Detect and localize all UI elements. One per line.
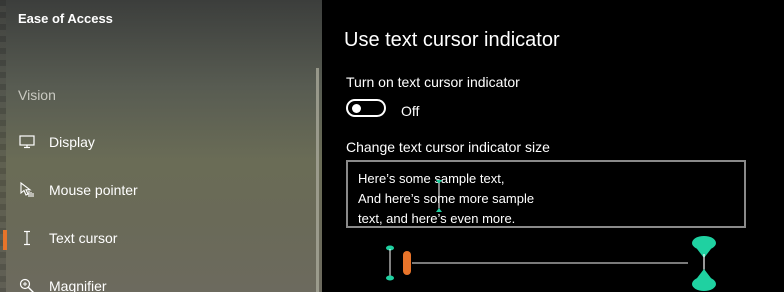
- sidebar-scrollbar[interactable]: [316, 68, 319, 292]
- toggle-state: Off: [401, 103, 420, 119]
- toggle-knob: [352, 104, 361, 113]
- sample-line: And here’s some more sample: [358, 191, 535, 206]
- sidebar-item-label: Text cursor: [49, 230, 118, 246]
- text-cursor-icon: [18, 229, 36, 247]
- slider-track[interactable]: [412, 262, 688, 264]
- text-cursor-indicator-icon: [436, 180, 442, 212]
- sample-text-preview: Here’s some sample text, And here’s some…: [346, 160, 746, 228]
- mouse-pointer-icon: [18, 181, 36, 199]
- magnifier-icon: [18, 277, 36, 292]
- sidebar-item-label: Display: [49, 134, 95, 150]
- toggle-label: Turn on text cursor indicator: [346, 74, 520, 90]
- sidebar-item-label: Mouse pointer: [49, 182, 138, 198]
- small-indicator-icon: [386, 245, 394, 281]
- sidebar-item-label: Magnifier: [49, 278, 107, 292]
- indicator-size-slider[interactable]: [382, 232, 722, 292]
- sample-line: Here’s some sample text,: [358, 171, 505, 186]
- section-label-vision: Vision: [18, 87, 56, 103]
- app-title: Ease of Access: [18, 11, 113, 26]
- sidebar-item-mouse-pointer[interactable]: Mouse pointer: [0, 170, 316, 210]
- sidebar-item-display[interactable]: Display: [0, 122, 316, 162]
- sidebar-item-magnifier[interactable]: Magnifier: [0, 266, 316, 292]
- size-label: Change text cursor indicator size: [346, 139, 550, 155]
- selected-indicator: [3, 230, 7, 250]
- slider-thumb[interactable]: [403, 251, 411, 275]
- sidebar: Ease of Access Vision Display Mouse poin…: [0, 0, 322, 292]
- main-panel: Use text cursor indicator Turn on text c…: [322, 0, 784, 292]
- text-cursor-indicator-toggle[interactable]: [346, 99, 386, 117]
- sample-line: text, and here’s even more.: [358, 211, 516, 226]
- large-indicator-icon: [692, 236, 716, 291]
- page-title: Use text cursor indicator: [344, 29, 560, 51]
- sidebar-item-text-cursor[interactable]: Text cursor: [0, 218, 316, 258]
- display-icon: [18, 133, 36, 151]
